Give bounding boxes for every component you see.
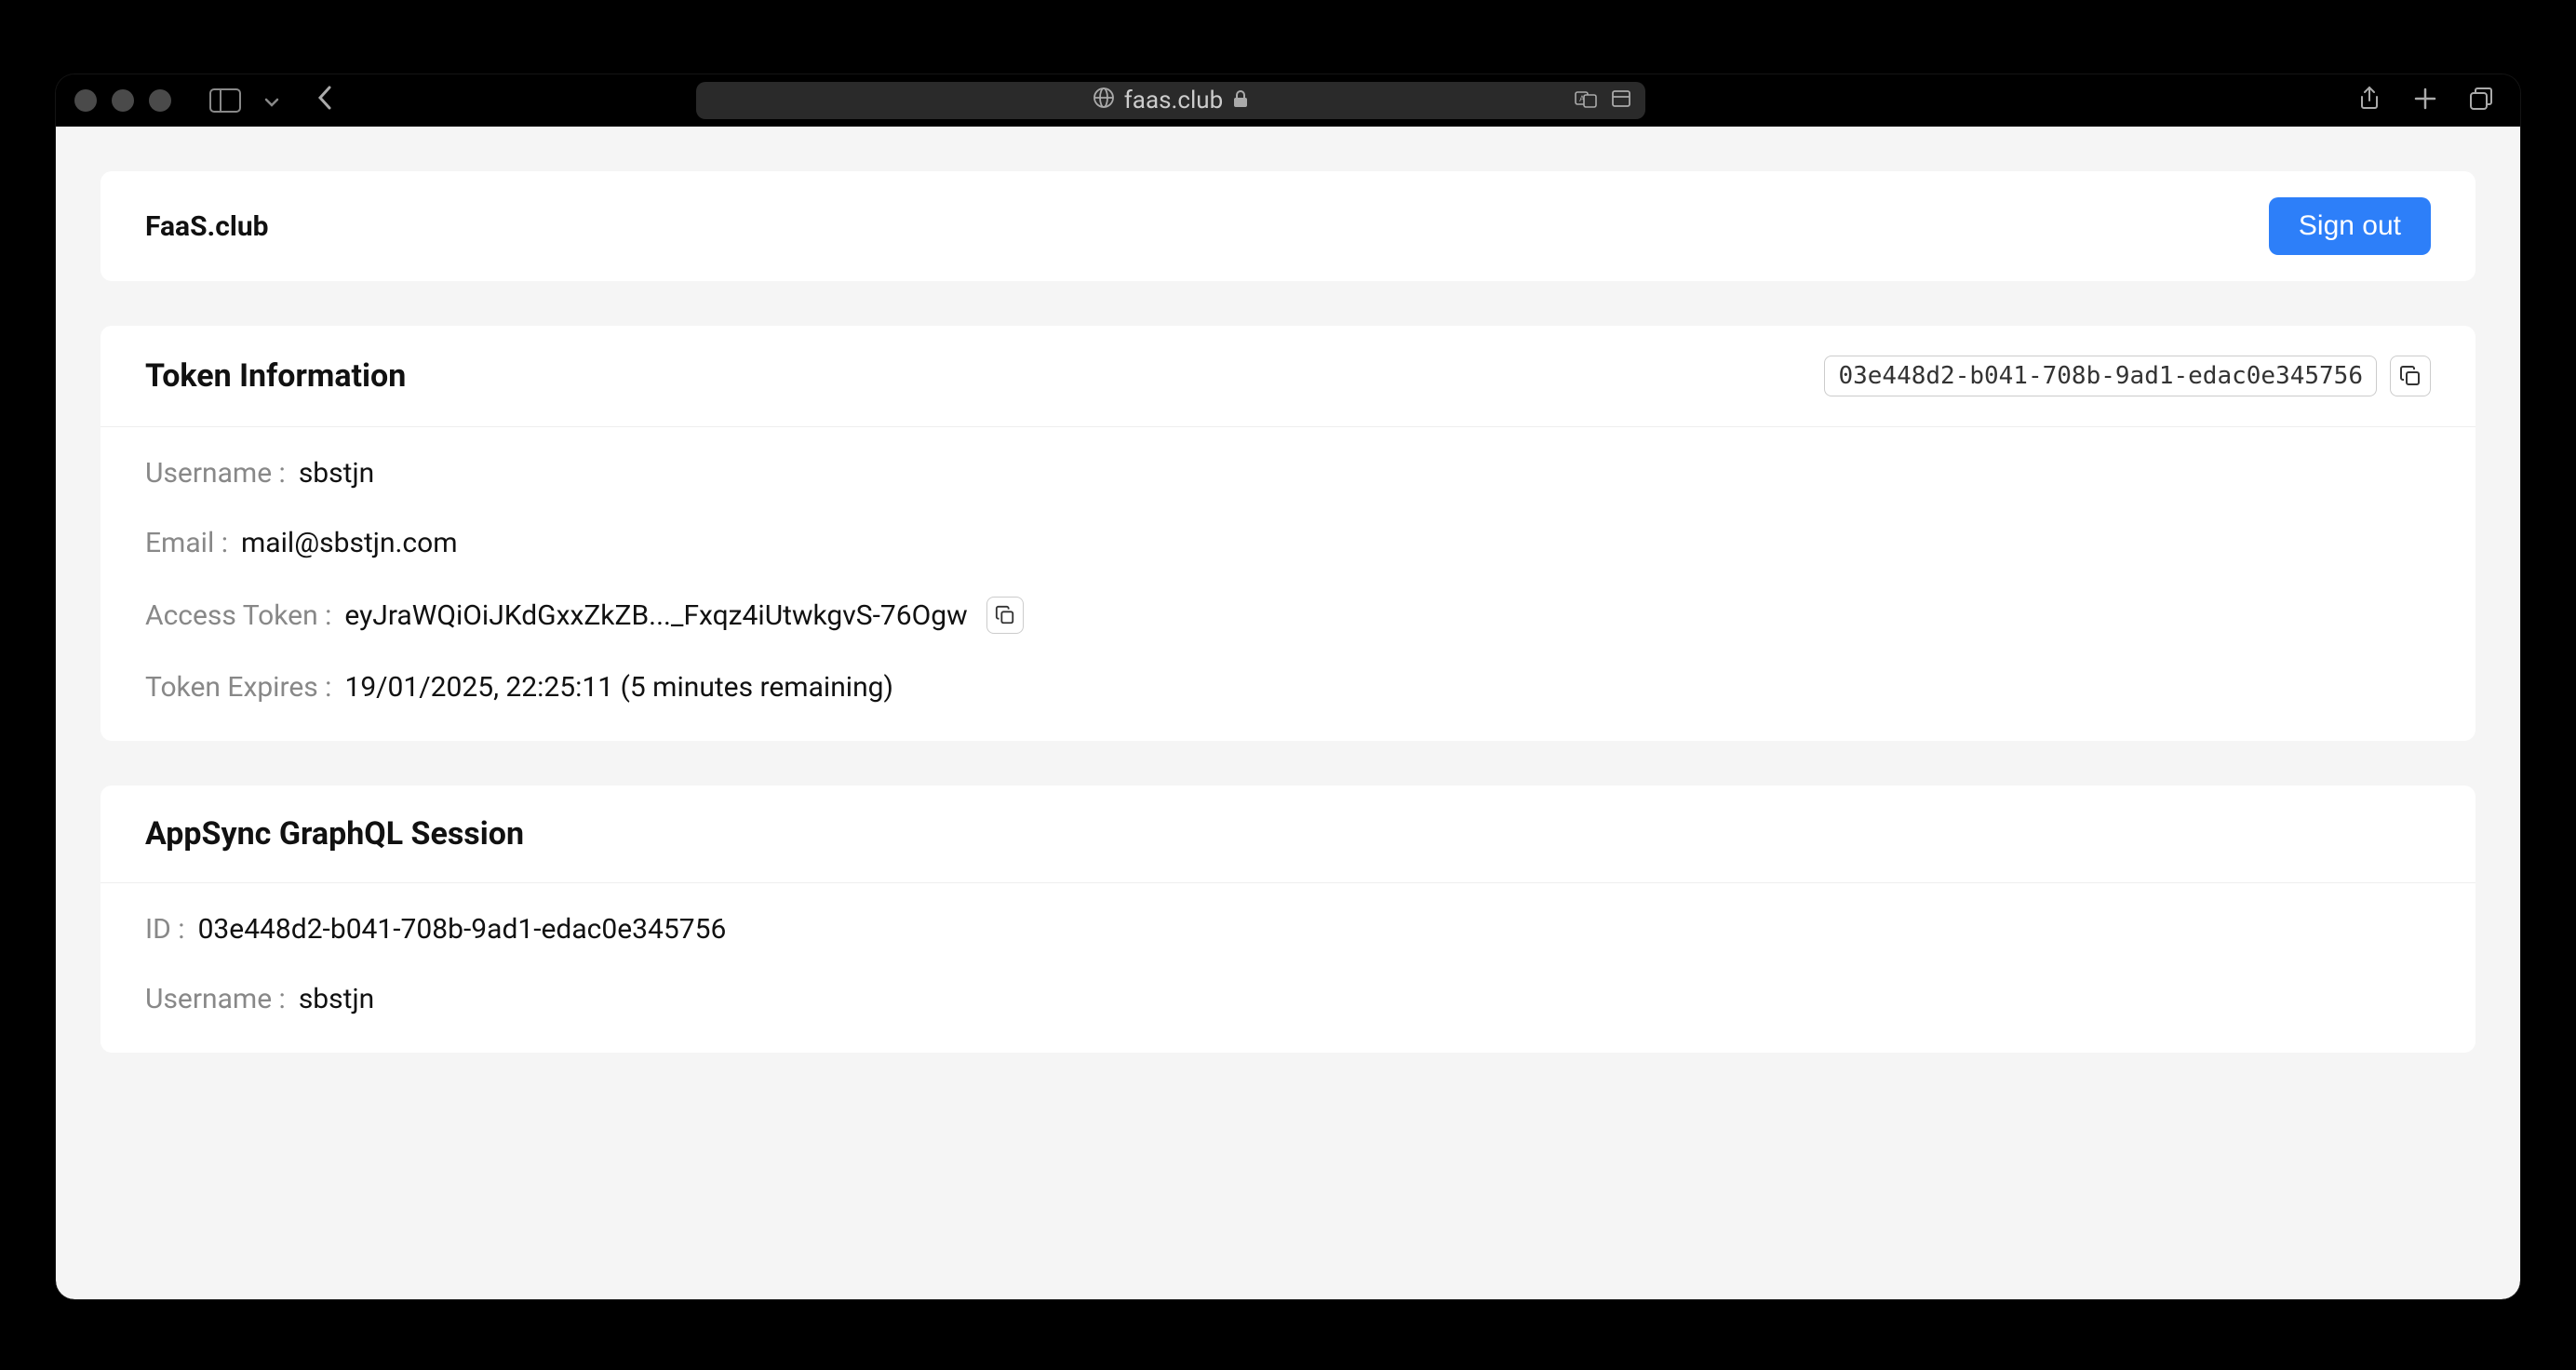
access-token-value: eyJraWQiOiJKdGxxZkZB..._Fxqz4iUtwkgvS-76… bbox=[344, 599, 967, 632]
session-id-row: ID : 03e448d2-b041-708b-9ad1-edac0e34575… bbox=[145, 913, 2431, 946]
token-card-header: Token Information 03e448d2-b041-708b-9ad… bbox=[101, 326, 2475, 427]
browser-content: FaaS.club Sign out Token Information 03e… bbox=[56, 127, 2520, 1299]
reader-icon[interactable] bbox=[1610, 89, 1632, 112]
session-id-value: 03e448d2-b041-708b-9ad1-edac0e345756 bbox=[198, 913, 727, 946]
new-tab-icon[interactable] bbox=[2412, 86, 2438, 115]
translate-icon[interactable]: A bbox=[1575, 89, 1597, 112]
chrome-left-controls bbox=[208, 84, 333, 118]
browser-window: faas.club A bbox=[56, 74, 2520, 1299]
session-username-label: Username : bbox=[145, 983, 286, 1015]
session-card-title: AppSync GraphQL Session bbox=[145, 815, 524, 853]
appsync-session-card: AppSync GraphQL Session ID : 03e448d2-b0… bbox=[101, 786, 2475, 1053]
token-expires-row: Token Expires : 19/01/2025, 22:25:11 (5 … bbox=[145, 671, 2431, 704]
maximize-window-button[interactable] bbox=[149, 89, 171, 112]
email-label: Email : bbox=[145, 527, 228, 559]
access-token-label: Access Token : bbox=[145, 599, 331, 632]
username-row: Username : sbstjn bbox=[145, 457, 2431, 490]
address-bar-actions: A bbox=[1575, 89, 1632, 112]
session-card-body: ID : 03e448d2-b041-708b-9ad1-edac0e34575… bbox=[101, 883, 2475, 1053]
token-id-badge: 03e448d2-b041-708b-9ad1-edac0e345756 bbox=[1824, 356, 2431, 396]
app-header: FaaS.club Sign out bbox=[101, 171, 2475, 281]
address-bar[interactable]: faas.club A bbox=[696, 82, 1645, 119]
signout-button[interactable]: Sign out bbox=[2269, 197, 2431, 255]
token-id-value: 03e448d2-b041-708b-9ad1-edac0e345756 bbox=[1824, 356, 2377, 396]
copy-access-token-button[interactable] bbox=[986, 597, 1024, 634]
email-row: Email : mail@sbstjn.com bbox=[145, 527, 2431, 559]
lock-icon bbox=[1232, 87, 1249, 114]
session-username-value: sbstjn bbox=[299, 983, 374, 1015]
traffic-lights bbox=[74, 89, 171, 112]
token-information-card: Token Information 03e448d2-b041-708b-9ad… bbox=[101, 326, 2475, 741]
chrome-right-controls bbox=[2356, 86, 2494, 115]
url-text: faas.club bbox=[1124, 87, 1223, 114]
back-button[interactable] bbox=[316, 84, 333, 118]
chevron-down-icon[interactable] bbox=[264, 89, 279, 112]
session-username-row: Username : sbstjn bbox=[145, 983, 2431, 1015]
username-value: sbstjn bbox=[299, 457, 374, 490]
token-card-title: Token Information bbox=[145, 357, 406, 395]
app-title: FaaS.club bbox=[145, 210, 269, 243]
token-expires-value: 19/01/2025, 22:25:11 (5 minutes remainin… bbox=[344, 671, 892, 704]
sidebar-toggle-button[interactable] bbox=[208, 87, 242, 114]
browser-chrome: faas.club A bbox=[56, 74, 2520, 127]
tabs-icon[interactable] bbox=[2468, 86, 2494, 115]
globe-icon bbox=[1093, 87, 1115, 115]
access-token-row: Access Token : eyJraWQiOiJKdGxxZkZB..._F… bbox=[145, 597, 2431, 634]
copy-token-id-button[interactable] bbox=[2390, 356, 2431, 396]
session-id-label: ID : bbox=[145, 913, 185, 946]
address-bar-content: faas.club bbox=[1093, 87, 1249, 115]
svg-text:A: A bbox=[1579, 95, 1585, 104]
email-value: mail@sbstjn.com bbox=[241, 527, 458, 559]
token-expires-label: Token Expires : bbox=[145, 671, 331, 704]
minimize-window-button[interactable] bbox=[112, 89, 134, 112]
share-icon[interactable] bbox=[2356, 86, 2382, 115]
close-window-button[interactable] bbox=[74, 89, 97, 112]
session-card-header: AppSync GraphQL Session bbox=[101, 786, 2475, 883]
token-card-body: Username : sbstjn Email : mail@sbstjn.co… bbox=[101, 427, 2475, 741]
username-label: Username : bbox=[145, 457, 286, 490]
